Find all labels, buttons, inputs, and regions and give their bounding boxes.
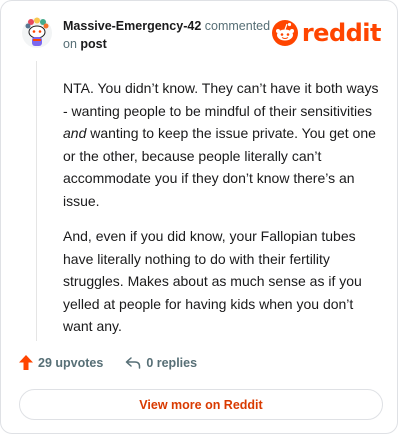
comment-paragraph: NTA. You didn’t know. They can’t have it… (63, 80, 379, 209)
upvote-arrow-icon (19, 355, 33, 370)
thread-line (36, 61, 37, 341)
comment-actions: 29 upvotes 0 replies (19, 355, 197, 370)
comment-header: Massive-Emergency-42 commented on post (63, 17, 283, 53)
emphasis-text: and (63, 125, 87, 141)
reddit-logo[interactable]: reddit (271, 19, 382, 47)
reddit-snoo-icon (271, 20, 298, 46)
view-more-button[interactable]: View more on Reddit (19, 389, 383, 420)
replies-button[interactable]: 0 replies (125, 356, 197, 370)
comment-paragraph: And, even if you did know, your Fallopia… (63, 228, 362, 334)
commented-label: commented (204, 19, 271, 33)
post-link[interactable]: post (80, 37, 106, 51)
reddit-wordmark: reddit (301, 19, 382, 47)
username-link[interactable]: Massive-Emergency-42 (63, 19, 201, 33)
user-avatar[interactable] (21, 17, 53, 49)
comment-body: NTA. You didn’t know. They can’t have it… (63, 77, 381, 351)
on-label: on (63, 37, 77, 51)
upvotes-count: 29 upvotes (38, 355, 104, 370)
comment-card: Massive-Emergency-42 commented on post r… (0, 0, 398, 434)
upvote-button[interactable]: 29 upvotes (19, 355, 103, 370)
snoo-avatar-icon (22, 17, 52, 48)
reply-arrow-icon (126, 356, 141, 369)
replies-count: 0 replies (146, 355, 198, 370)
